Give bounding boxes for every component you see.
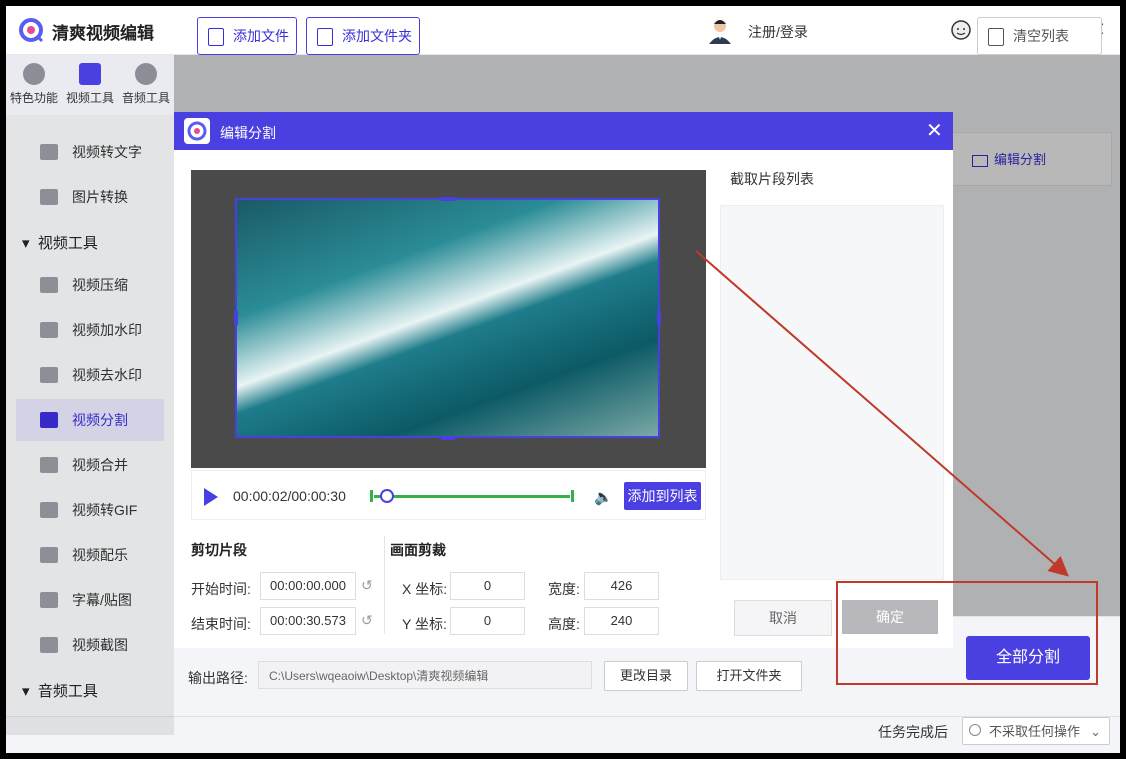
play-icon[interactable] [204, 488, 218, 506]
height-label: 高度: [548, 616, 580, 632]
y-coord-input[interactable]: 0 [450, 607, 525, 635]
feature-tabs: 特色功能 视频工具 音频工具 [6, 55, 174, 115]
playback-timecode: 00:00:02/00:00:30 [233, 488, 346, 504]
width-label: 宽度: [548, 581, 580, 597]
trim-end-handle[interactable] [571, 490, 574, 502]
section-divider [384, 536, 385, 634]
crop-section-title: 画面剪裁 [390, 542, 446, 558]
clear-list-button[interactable]: 清空列表 [977, 17, 1102, 55]
chevron-down-icon: ⌄ [1090, 724, 1101, 739]
end-time-input[interactable]: 00:00:30.573 [260, 607, 356, 635]
change-directory-button[interactable]: 更改目录 [604, 661, 688, 691]
add-file-button[interactable]: 添加文件 [197, 17, 297, 55]
clip-list-title: 截取片段列表 [730, 171, 814, 187]
music-note-icon [135, 63, 157, 85]
dialog-title: 编辑分割 [220, 125, 276, 141]
start-time-label: 开始时间: [191, 581, 251, 597]
width-input[interactable]: 426 [584, 572, 659, 600]
reset-start-icon[interactable]: ↺ [361, 577, 373, 594]
film-icon [79, 63, 101, 85]
start-time-input[interactable]: 00:00:00.000 [260, 572, 356, 600]
add-folder-button[interactable]: 添加文件夹 [306, 17, 420, 55]
customer-service-icon[interactable] [950, 19, 972, 41]
add-file-icon [208, 28, 224, 46]
crop-handle-bottom[interactable] [441, 436, 455, 440]
modal-backdrop-sidebar [6, 115, 174, 735]
crop-handle-top[interactable] [441, 197, 455, 201]
x-coord-input[interactable]: 0 [450, 572, 525, 600]
crop-handle-left[interactable] [234, 311, 238, 325]
output-path-field[interactable]: C:\Users\wqeaoiw\Desktop\清爽视频编辑 [258, 661, 592, 689]
height-input[interactable]: 240 [584, 607, 659, 635]
after-task-select[interactable]: 不采取任何操作 ⌄ [962, 717, 1110, 745]
y-coord-label: Y 坐标: [402, 616, 447, 632]
clip-section-title: 剪切片段 [191, 542, 247, 558]
dialog-close-icon[interactable]: ✕ [926, 118, 943, 143]
cancel-button[interactable]: 取消 [734, 600, 832, 636]
app-window: 清爽视频编辑 注册/登录 客服 ☰ ✕ 特色功能 视频工具 音频工具 视频转文字… [6, 6, 1120, 753]
after-task-label: 任务完成后 [878, 724, 948, 740]
tab-video-tools[interactable]: 视频工具 [62, 63, 118, 106]
crop-frame[interactable] [235, 198, 660, 438]
star-icon [23, 63, 45, 85]
crop-handle-right[interactable] [657, 311, 661, 325]
reset-end-icon[interactable]: ↺ [361, 612, 373, 629]
dialog-logo-icon [184, 118, 210, 144]
x-coord-label: X 坐标: [402, 581, 448, 597]
trash-icon [988, 28, 1004, 46]
clip-list[interactable] [720, 205, 944, 580]
app-title: 清爽视频编辑 [52, 24, 154, 43]
login-register-link[interactable]: 注册/登录 [748, 22, 808, 42]
trim-start-handle[interactable] [370, 490, 373, 502]
output-path-label: 输出路径: [188, 670, 248, 686]
add-to-list-button[interactable]: 添加到列表 [624, 482, 701, 510]
tab-special-features[interactable]: 特色功能 [6, 63, 62, 106]
annotation-highlight-box [836, 581, 1098, 685]
app-logo-icon [19, 18, 44, 43]
dialog-header [174, 112, 953, 150]
clock-icon [969, 724, 981, 736]
tab-audio-tools[interactable]: 音频工具 [118, 63, 174, 106]
edit-split-dialog: 编辑分割 ✕ 00:00:02/00:00:30 🔈 添加到列表 剪切片段 开始… [174, 112, 953, 648]
volume-icon[interactable]: 🔈 [594, 488, 613, 506]
timeline-track[interactable] [374, 495, 570, 498]
end-time-label: 结束时间: [191, 616, 251, 632]
user-avatar-icon[interactable] [706, 16, 734, 44]
add-folder-icon [317, 28, 333, 46]
open-folder-button[interactable]: 打开文件夹 [696, 661, 802, 691]
